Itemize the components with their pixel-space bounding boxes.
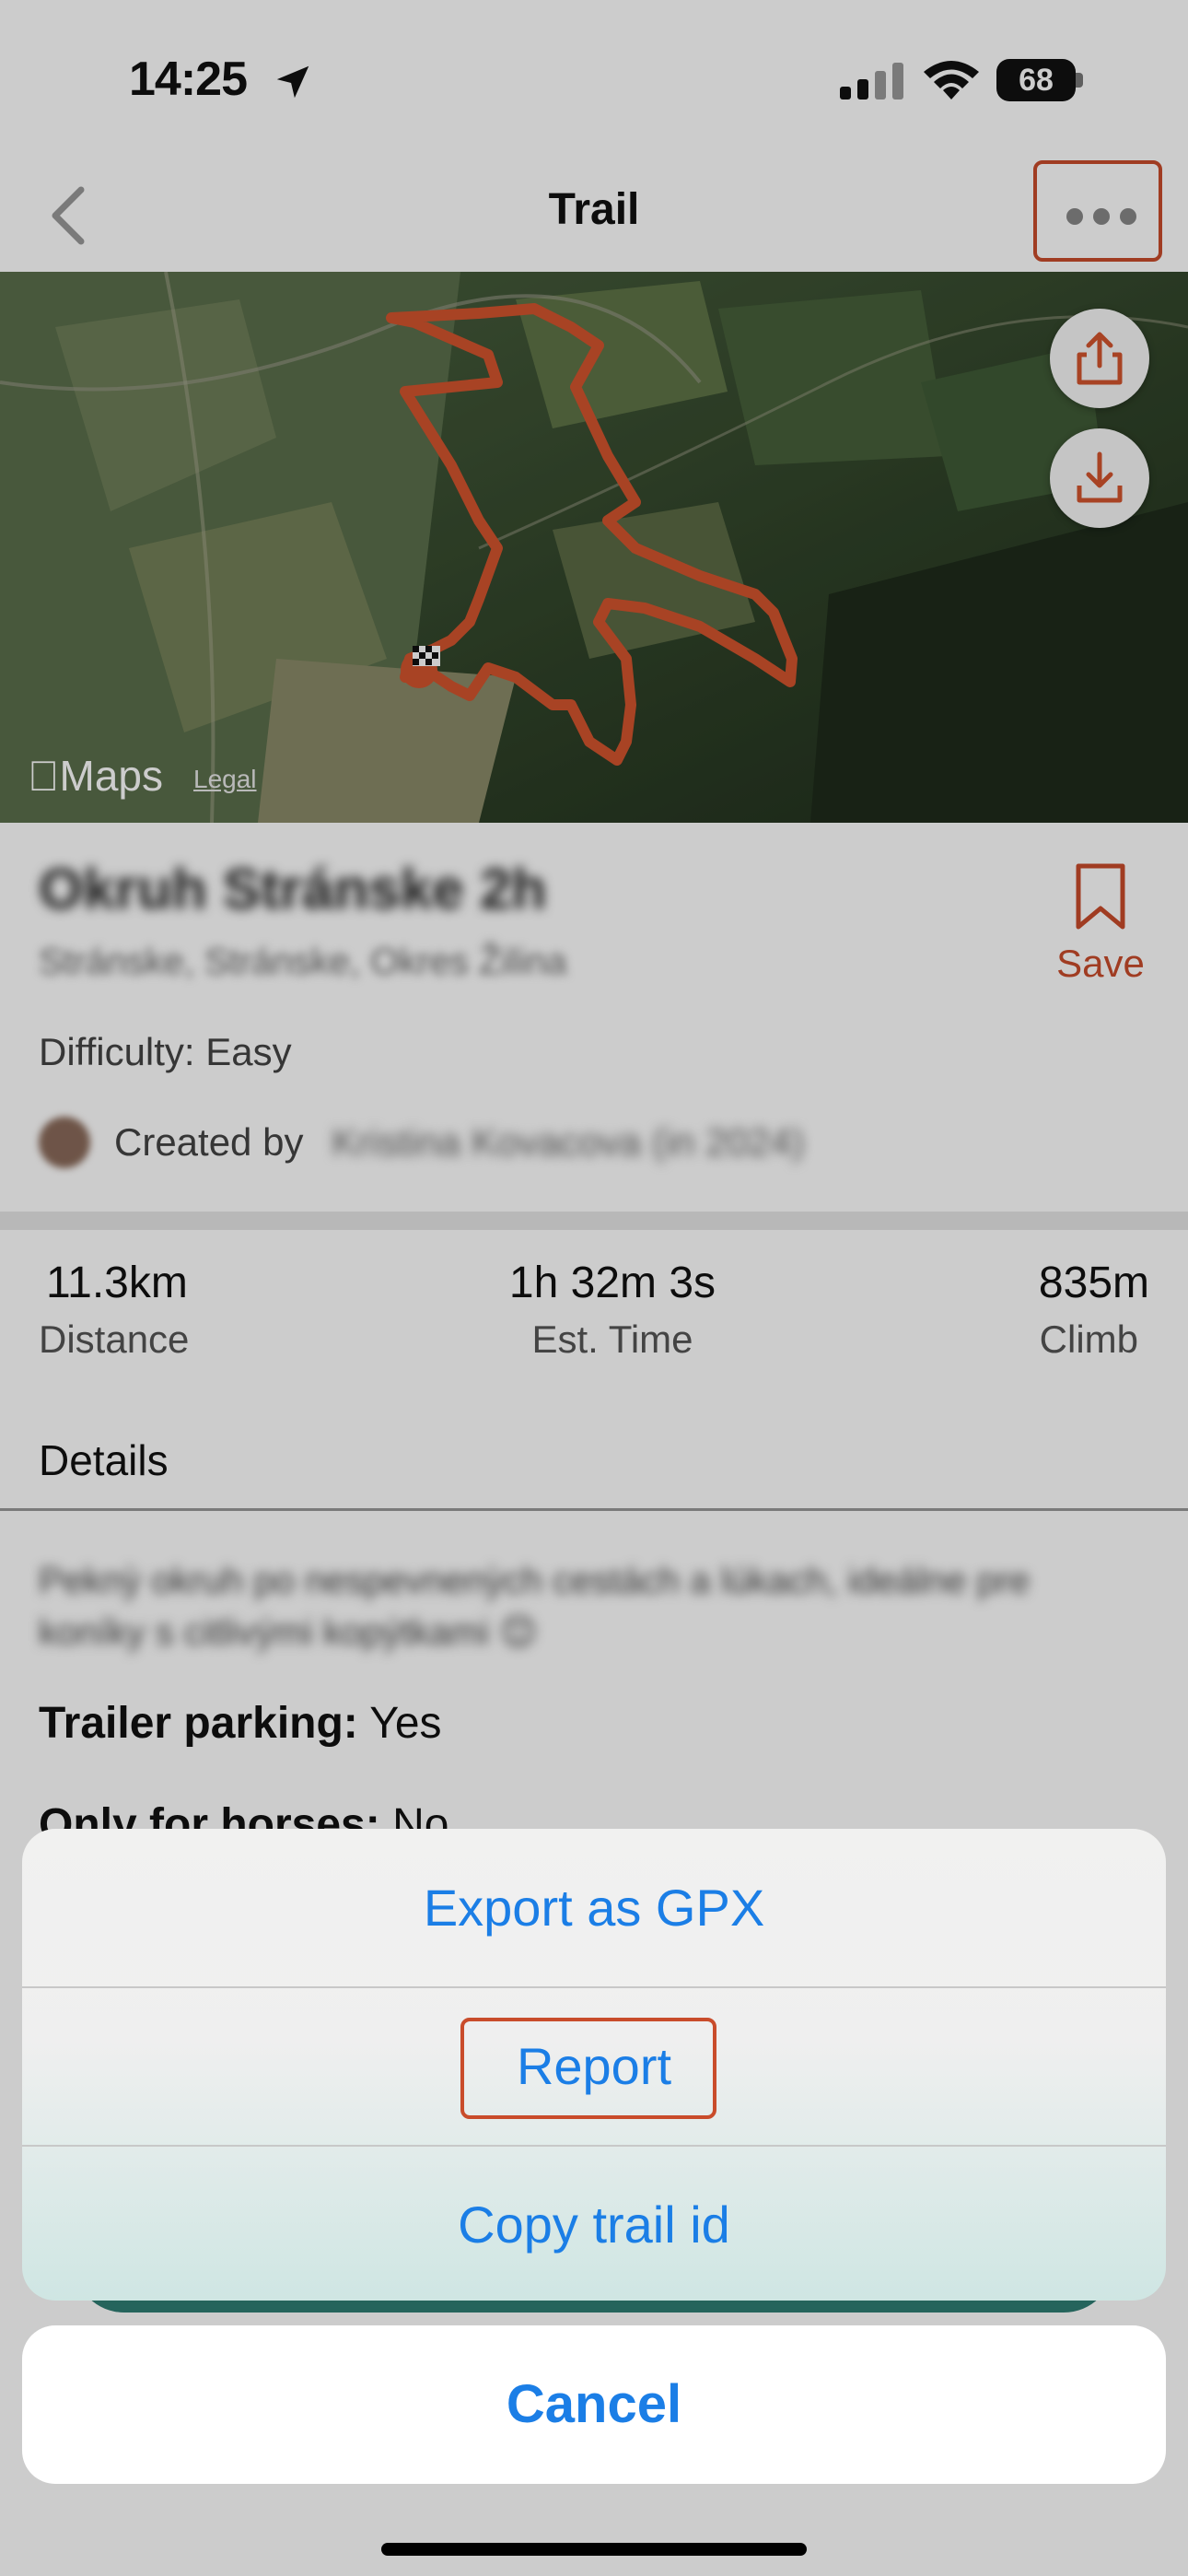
export-gpx-option[interactable]: Export as GPX (22, 1829, 1166, 1987)
action-sheet: Export as GPX Report Copy trail id (22, 1829, 1166, 2301)
copy-trail-id-option[interactable]: Copy trail id (22, 2146, 1166, 2301)
report-highlight (460, 2018, 716, 2119)
cancel-button[interactable]: Cancel (22, 2325, 1166, 2484)
cancel-sheet: Cancel (22, 2325, 1166, 2484)
home-indicator[interactable] (381, 2543, 807, 2556)
